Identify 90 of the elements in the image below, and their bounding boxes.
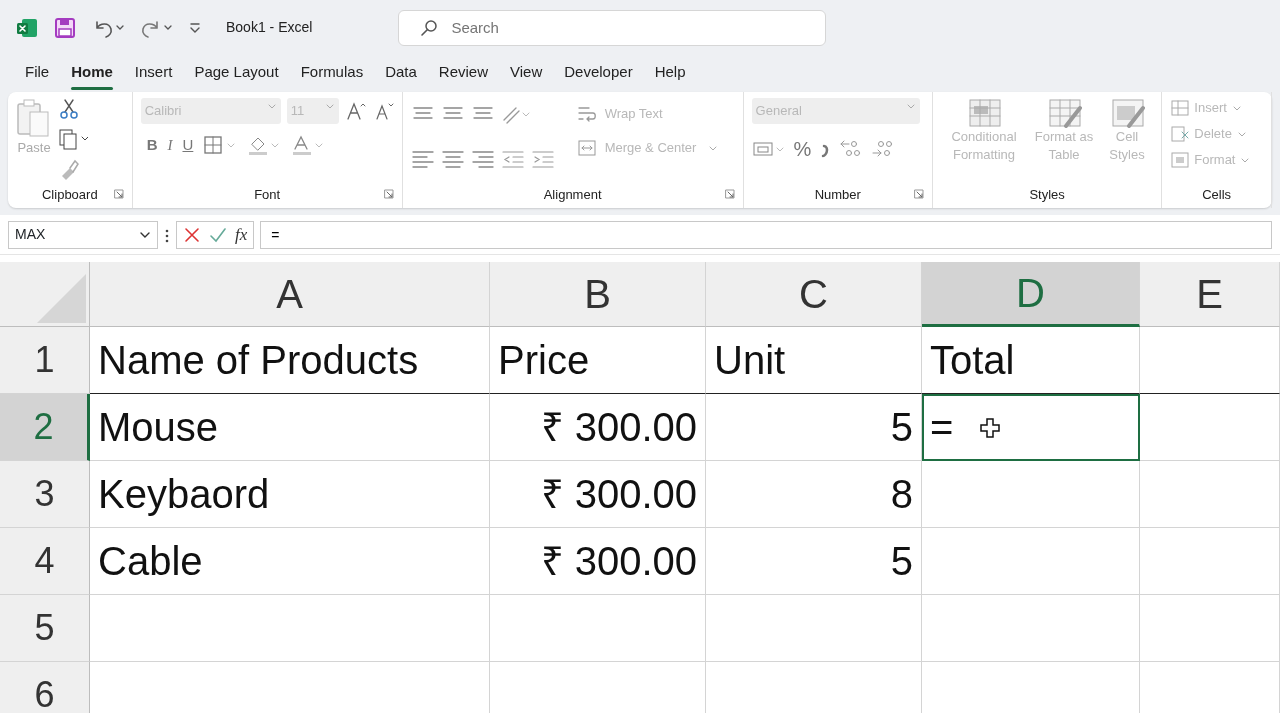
center-icon[interactable] xyxy=(440,148,465,171)
cut-icon[interactable] xyxy=(58,98,80,120)
table-cell[interactable]: ₹ 300.00 xyxy=(490,528,706,595)
excel-logo-icon[interactable] xyxy=(16,16,38,39)
copy-icon[interactable] xyxy=(58,128,88,150)
increase-font-size-icon[interactable] xyxy=(344,100,367,122)
table-cell[interactable]: Mouse xyxy=(90,394,490,461)
dialog-launcher-icon[interactable] xyxy=(383,188,394,199)
table-cell[interactable] xyxy=(922,528,1140,595)
table-cell[interactable] xyxy=(1140,327,1280,394)
window-title: Book1 - Excel xyxy=(226,18,313,37)
cells-icon xyxy=(1170,150,1191,170)
formula-input[interactable]: = xyxy=(260,220,1272,249)
save-icon[interactable] xyxy=(54,16,76,39)
column-header[interactable]: B xyxy=(490,262,706,327)
cells-icon xyxy=(1170,124,1191,144)
table-cell[interactable]: Total xyxy=(922,327,1140,394)
percent-button[interactable]: % xyxy=(793,134,812,164)
increase-indent-icon[interactable] xyxy=(530,148,555,171)
decrease-indent-icon[interactable] xyxy=(500,148,525,171)
ribbon-tab[interactable]: Page Layout xyxy=(183,57,290,90)
row-header[interactable]: 4 xyxy=(0,528,90,595)
underline-button[interactable]: U xyxy=(182,134,194,157)
dialog-launcher-icon[interactable] xyxy=(914,188,924,199)
cells-icon xyxy=(1170,98,1191,118)
align-right-icon[interactable] xyxy=(470,148,495,171)
cancel-icon[interactable] xyxy=(183,225,201,244)
table-cell[interactable] xyxy=(1140,461,1280,528)
table-cell[interactable]: 8 xyxy=(706,461,922,528)
dialog-launcher-icon[interactable] xyxy=(113,188,124,199)
group-label: Alignment xyxy=(543,186,602,202)
select-all-button[interactable] xyxy=(0,262,90,327)
search-field[interactable]: Search xyxy=(398,9,827,46)
table-cell[interactable] xyxy=(1140,528,1280,595)
table-cell[interactable] xyxy=(90,595,490,662)
column-header[interactable]: A xyxy=(90,262,490,327)
group-label: Number xyxy=(814,186,861,202)
group-label: Clipboard xyxy=(42,186,98,202)
ribbon-tab[interactable]: Developer xyxy=(553,57,644,90)
insert-function-button[interactable]: fx xyxy=(235,221,248,248)
ribbon-tab[interactable]: File xyxy=(14,57,61,90)
group-label: Styles xyxy=(1029,186,1065,202)
row-header[interactable]: 5 xyxy=(0,595,90,662)
ribbon-tab[interactable]: View xyxy=(499,57,554,90)
table-cell[interactable] xyxy=(922,461,1140,528)
table-cell[interactable]: 5 xyxy=(706,394,922,461)
table-cell[interactable]: ₹ 300.00 xyxy=(490,394,706,461)
column-header[interactable]: C xyxy=(706,262,922,327)
group-label: Cells xyxy=(1202,186,1232,202)
dialog-launcher-icon[interactable] xyxy=(724,188,735,199)
italic-button[interactable]: I xyxy=(167,134,173,157)
enter-icon[interactable] xyxy=(209,225,227,244)
row-header[interactable]: 2 xyxy=(0,394,90,461)
ribbon-tab[interactable]: Review xyxy=(427,57,499,90)
styles-icon xyxy=(1046,98,1082,128)
name-box[interactable]: MAX xyxy=(8,220,158,249)
table-cell[interactable]: Cable xyxy=(90,528,490,595)
align-left-icon[interactable] xyxy=(410,148,435,171)
ribbon-tab[interactable]: Home xyxy=(60,57,124,90)
group-label: Font xyxy=(254,186,281,202)
merge-icon xyxy=(576,138,597,158)
row-header[interactable]: 3 xyxy=(0,461,90,528)
styles-icon xyxy=(1109,98,1145,128)
ribbon-tab[interactable]: Help xyxy=(643,57,697,90)
column-header[interactable]: D xyxy=(922,262,1140,327)
table-cell[interactable] xyxy=(922,595,1140,662)
table-cell[interactable]: = xyxy=(922,394,1140,461)
table-cell[interactable]: Unit xyxy=(706,327,922,394)
customize-toolbar-icon[interactable] xyxy=(188,20,202,35)
table-cell[interactable] xyxy=(490,595,706,662)
bold-button[interactable]: B xyxy=(146,134,158,157)
table-cell[interactable] xyxy=(1140,394,1280,461)
table-cell[interactable] xyxy=(1140,595,1280,662)
table-cell[interactable]: Price xyxy=(490,327,706,394)
clipboard-icon xyxy=(16,98,52,138)
table-cell[interactable]: 5 xyxy=(706,528,922,595)
table-cell[interactable]: Name of Products xyxy=(90,327,490,394)
wrap-icon xyxy=(576,104,597,124)
styles-icon xyxy=(966,98,1002,128)
table-cell[interactable] xyxy=(706,595,922,662)
search-icon xyxy=(420,18,439,37)
table-cell[interactable]: ₹ 300.00 xyxy=(490,461,706,528)
cursor-icon xyxy=(980,418,1000,438)
ribbon-tab[interactable]: Data xyxy=(374,57,428,90)
table-cell[interactable]: Keybaord xyxy=(90,461,490,528)
ribbon-tab[interactable]: Formulas xyxy=(289,57,375,90)
column-header[interactable]: E xyxy=(1140,262,1280,327)
row-header[interactable]: 1 xyxy=(0,327,90,394)
ribbon-tab[interactable]: Insert xyxy=(123,57,184,90)
row-header[interactable]: 6 xyxy=(0,662,90,713)
